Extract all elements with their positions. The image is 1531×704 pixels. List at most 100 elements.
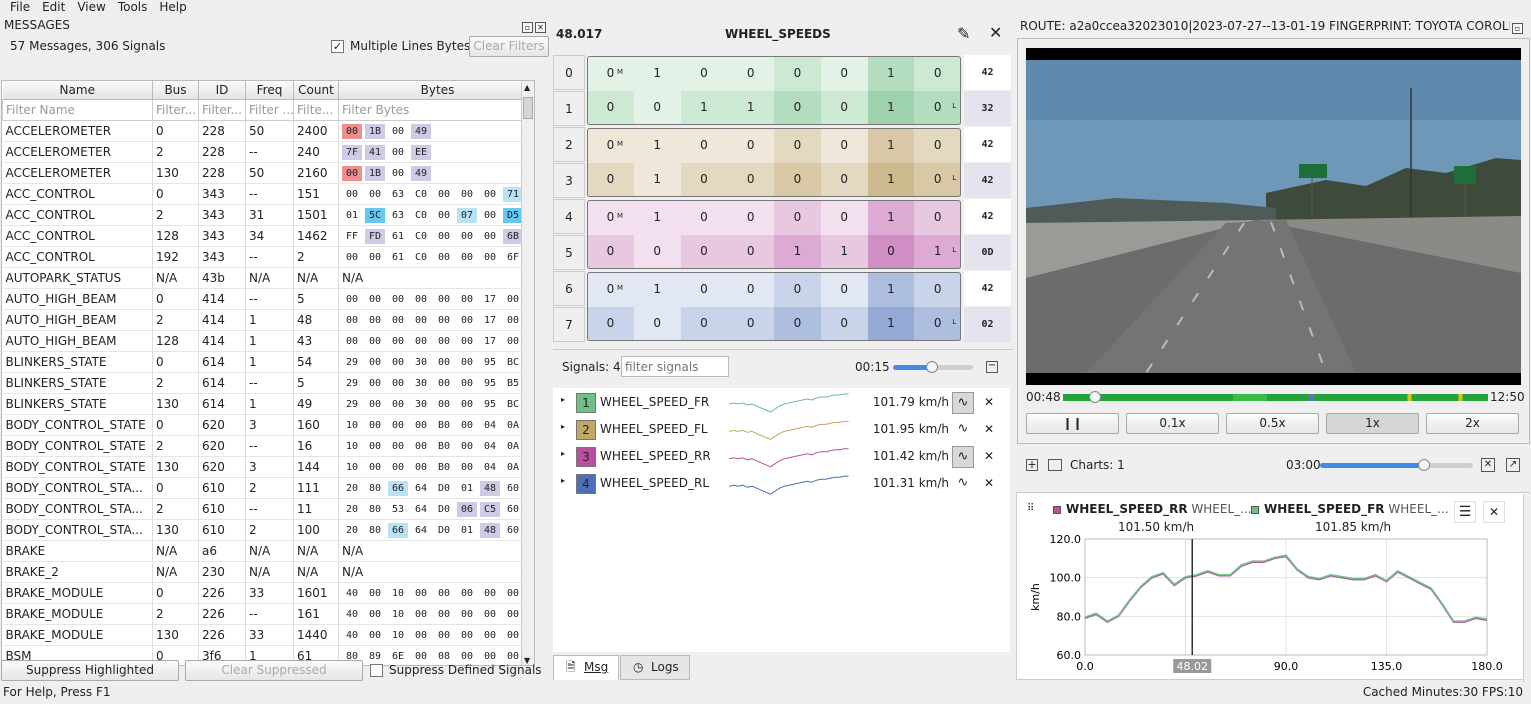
chart-close-icon[interactable]: ✕ bbox=[1483, 501, 1505, 523]
video-timeline[interactable] bbox=[1063, 394, 1488, 401]
menu-help[interactable]: Help bbox=[153, 0, 192, 16]
table-row[interactable]: AUTOPARK_STATUS N/A 43b N/A N/A N/A bbox=[2, 267, 534, 289]
messages-scrollbar[interactable]: ▲ ▼ bbox=[521, 81, 534, 665]
multiline-bytes-checkbox[interactable]: ✓ bbox=[331, 40, 344, 53]
signal-row[interactable]: ▸ 3 WHEEL_SPEED_RR 101.42 km/h ∿ ✕ bbox=[553, 444, 1010, 471]
table-row[interactable]: BODY_CONTROL_STATE 130 620 3 144 10 00 00 00 B0 00… bbox=[2, 456, 534, 478]
suppress-defined-checkbox[interactable] bbox=[370, 664, 383, 677]
table-row[interactable]: ACCELEROMETER 130 228 50 2160 00 1B 00 49 bbox=[2, 162, 534, 184]
speed-1x-button[interactable]: 1x bbox=[1326, 413, 1419, 434]
menu-view[interactable]: View bbox=[71, 0, 111, 16]
byte-value: D0 bbox=[437, 524, 451, 536]
speed-0.5x-button[interactable]: 0.5x bbox=[1226, 413, 1319, 434]
signal-row[interactable]: ▸ 2 WHEEL_SPEED_FL 101.95 km/h ∿ ✕ bbox=[553, 417, 1010, 444]
byte-value: 60 bbox=[506, 482, 520, 494]
menu-tools[interactable]: Tools bbox=[112, 0, 154, 16]
plot-chart-icon[interactable]: ∿ bbox=[952, 473, 974, 495]
filter-input[interactable]: Filter Bytes bbox=[338, 98, 534, 121]
table-row[interactable]: BRAKE N/A a6 N/A N/A N/A bbox=[2, 540, 534, 562]
cell-freq: N/A bbox=[245, 561, 294, 583]
signal-row[interactable]: ▸ 4 WHEEL_SPEED_RL 101.31 km/h ∿ ✕ bbox=[553, 471, 1010, 498]
clear-filters-button[interactable]: Clear Filters bbox=[469, 36, 549, 57]
table-row[interactable]: BODY_CONTROL_STA... 130 610 2 100 20 80 66 64 D0 0… bbox=[2, 519, 534, 541]
table-row[interactable]: BODY_CONTROL_STATE 0 620 3 160 10 00 00 00 B0 00 04… bbox=[2, 414, 534, 436]
speed-0.1x-button[interactable]: 0.1x bbox=[1126, 413, 1219, 434]
table-row[interactable]: ACC_CONTROL 128 343 34 1462 FF FD 61 C0 00 00 00 6B bbox=[2, 225, 534, 247]
pause-button[interactable]: ❙❙ bbox=[1026, 413, 1119, 434]
table-row[interactable]: BRAKE_MODULE 130 226 33 1440 40 00 10 00 00 00 00 00 bbox=[2, 624, 534, 646]
table-row[interactable]: AUTO_HIGH_BEAM 128 414 1 43 00 00 00 00 00 00 17 00 bbox=[2, 330, 534, 352]
column-header[interactable]: ID bbox=[198, 81, 246, 100]
table-row[interactable]: BODY_CONTROL_STA... 2 610 -- 11 20 80 53 64 D0 06 C… bbox=[2, 498, 534, 520]
remove-signal-icon[interactable]: ✕ bbox=[984, 449, 994, 463]
remove-signal-icon[interactable]: ✕ bbox=[984, 476, 994, 490]
remove-signal-icon[interactable]: ✕ bbox=[984, 422, 994, 436]
table-row[interactable]: BRAKE_MODULE 0 226 33 1601 40 00 10 00 00 00 00 00 bbox=[2, 582, 534, 604]
help-status: For Help, Press F1 bbox=[3, 685, 111, 699]
tab-logs[interactable]: ◷ Logs bbox=[620, 655, 690, 680]
chart-menu-icon[interactable]: ☰ bbox=[1454, 501, 1476, 523]
expand-icon[interactable]: ▸ bbox=[561, 422, 565, 431]
camera-view[interactable] bbox=[1026, 48, 1521, 385]
byte-value: 00 bbox=[460, 314, 474, 326]
plot-chart-icon[interactable]: ∿ bbox=[952, 392, 974, 414]
table-row[interactable]: ACC_CONTROL 2 343 31 1501 01 5C 63 C0 00 07 00 D5 bbox=[2, 204, 534, 226]
menu-file[interactable]: File bbox=[4, 0, 36, 16]
filter-signals-input[interactable] bbox=[621, 356, 729, 377]
clear-suppressed-button[interactable]: Clear Suppressed bbox=[185, 660, 363, 681]
suppress-highlighted-button[interactable]: Suppress Highlighted bbox=[1, 660, 179, 681]
dock-icon[interactable]: ↗ bbox=[1506, 458, 1520, 472]
table-row[interactable]: BRAKE_MODULE 2 226 -- 161 40 00 10 00 00 00 00 00 bbox=[2, 603, 534, 625]
expand-icon[interactable]: ▸ bbox=[561, 395, 565, 404]
add-chart-icon[interactable]: + bbox=[1026, 459, 1038, 471]
plot-chart-icon[interactable]: ∿ bbox=[952, 446, 974, 468]
close-panel-icon[interactable]: ✕ bbox=[535, 22, 546, 33]
table-row[interactable]: BLINKERS_STATE 2 614 -- 5 29 00 00 30 00 00 95 B5 bbox=[2, 372, 534, 394]
table-row[interactable]: ACCELEROMETER 0 228 50 2400 00 1B 00 49 bbox=[2, 120, 534, 142]
zoom-slider-handle[interactable] bbox=[926, 361, 938, 373]
table-row[interactable]: BODY_CONTROL_STATE 2 620 -- 16 10 00 00 00 B0 00 04… bbox=[2, 435, 534, 457]
table-row[interactable]: BRAKE_2 N/A 230 N/A N/A N/A bbox=[2, 561, 534, 583]
table-row[interactable]: BLINKERS_STATE 130 614 1 49 29 00 00 30 00 00 95 BC bbox=[2, 393, 534, 415]
edit-pencil-icon[interactable]: ✎ bbox=[957, 24, 970, 43]
table-row[interactable]: ACC_CONTROL 0 343 -- 151 00 00 63 C0 00 00 00 71 bbox=[2, 183, 534, 205]
column-header[interactable]: Bytes bbox=[338, 81, 534, 100]
range-slider-handle[interactable] bbox=[1418, 459, 1430, 471]
table-row[interactable]: AUTO_HIGH_BEAM 0 414 -- 5 00 00 00 00 00 00 17 00 bbox=[2, 288, 534, 310]
filter-input[interactable]: Filter... bbox=[198, 98, 246, 121]
cell-name: ACC_CONTROL bbox=[2, 183, 153, 205]
tab-msg[interactable]: 🗎 Msg bbox=[553, 655, 619, 680]
expand-icon[interactable]: ▸ bbox=[561, 449, 565, 458]
table-row[interactable]: BODY_CONTROL_STA... 0 610 2 111 20 80 66 64 D0 01 4… bbox=[2, 477, 534, 499]
filter-input[interactable]: Filter Name bbox=[2, 98, 153, 121]
expand-icon[interactable]: ▸ bbox=[561, 476, 565, 485]
table-row[interactable]: ACCELEROMETER 2 228 -- 240 7F 41 00 EE bbox=[2, 141, 534, 163]
column-header[interactable]: Name bbox=[2, 81, 153, 100]
float-panel-icon[interactable]: ▫ bbox=[522, 22, 533, 33]
video-timeline-handle[interactable] bbox=[1089, 391, 1101, 403]
table-row[interactable]: AUTO_HIGH_BEAM 2 414 1 48 00 00 00 00 00 00 17 00 bbox=[2, 309, 534, 331]
scrollbar-thumb[interactable] bbox=[523, 97, 533, 119]
byte-value: 00 bbox=[460, 461, 474, 473]
plot-chart-icon[interactable]: ∿ bbox=[952, 419, 974, 441]
tabs-icon[interactable] bbox=[1048, 459, 1062, 471]
chart-plot[interactable]: 0.045.090.0135.0180.060.080.0100.0120.0k… bbox=[1017, 531, 1529, 681]
byte-value: 00 bbox=[460, 188, 474, 200]
float-video-icon[interactable]: ▫ bbox=[1512, 23, 1523, 34]
column-header[interactable]: Bus bbox=[152, 81, 199, 100]
filter-input[interactable]: Filter... bbox=[152, 98, 199, 121]
drag-handle-icon[interactable]: ⠿ bbox=[1027, 503, 1034, 514]
collapse-all-icon[interactable]: − bbox=[986, 361, 998, 373]
table-row[interactable]: ACC_CONTROL 192 343 -- 2 00 00 61 C0 00 00 00 6F bbox=[2, 246, 534, 268]
filter-input[interactable]: Filter ... bbox=[245, 98, 294, 121]
close-icon[interactable]: ✕ bbox=[989, 23, 1002, 42]
table-row[interactable]: BLINKERS_STATE 0 614 1 54 29 00 00 30 00 00 95 BC bbox=[2, 351, 534, 373]
column-header[interactable]: Freq bbox=[245, 81, 294, 100]
signal-row[interactable]: ▸ 1 WHEEL_SPEED_FR 101.79 km/h ∿ ✕ bbox=[553, 390, 1010, 417]
filter-input[interactable]: Filte... bbox=[293, 98, 339, 121]
menu-edit[interactable]: Edit bbox=[36, 0, 71, 16]
remove-signal-icon[interactable]: ✕ bbox=[984, 395, 994, 409]
speed-2x-button[interactable]: 2x bbox=[1426, 413, 1519, 434]
column-header[interactable]: Count bbox=[293, 81, 339, 100]
remove-all-charts-icon[interactable]: ✕ bbox=[1481, 458, 1495, 472]
